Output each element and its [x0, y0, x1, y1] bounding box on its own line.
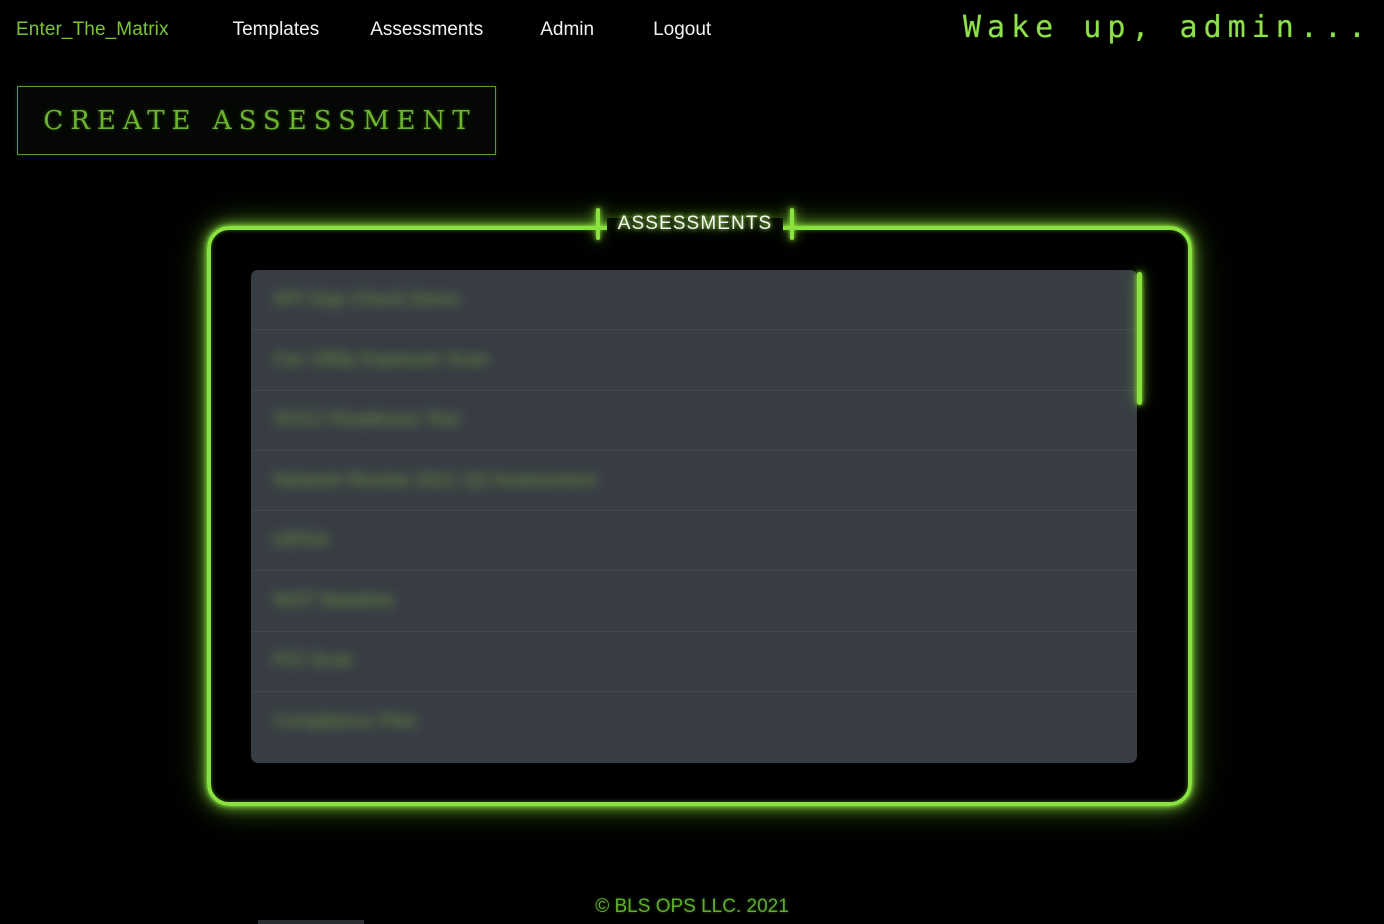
nav-brand-enter-the-matrix[interactable]: Enter_The_Matrix	[14, 15, 171, 45]
nav-item-logout[interactable]: Logout	[651, 15, 713, 45]
assessments-list[interactable]: API Gap Check Demo Car Utility Exposure S…	[251, 270, 1137, 763]
list-item-label: HIPAA	[273, 529, 329, 551]
scrollbar-thumb[interactable]	[1137, 272, 1142, 405]
list-item[interactable]: HIPAA	[251, 511, 1137, 572]
assessments-list-container: API Gap Check Demo Car Utility Exposure S…	[251, 270, 1147, 763]
list-item[interactable]: SOC2 Readiness Test	[251, 390, 1137, 451]
nav-item-templates[interactable]: Templates	[231, 15, 322, 45]
list-item-label: SOC2 Readiness Test	[273, 409, 460, 431]
bottom-chrome-sliver	[258, 920, 364, 924]
list-item-label: NIST Baseline	[273, 590, 395, 612]
footer-copyright: © BLS OPS LLC. 2021	[595, 896, 789, 917]
panel-title: ASSESSMENTS	[617, 213, 773, 234]
list-item[interactable]: Car Utility Exposure Scan	[251, 330, 1137, 391]
navbar-links: Enter_The_Matrix Templates Assessments A…	[14, 15, 713, 45]
list-item-label: Compliance Pilot	[273, 711, 416, 733]
list-item[interactable]: Network Review 2021 Q3 Assessment	[251, 450, 1137, 512]
list-item[interactable]: Compliance Pilot	[251, 692, 1137, 753]
list-item-label: Car Utility Exposure Scan	[273, 348, 490, 370]
panel-legend: ASSESSMENTS	[595, 204, 795, 244]
list-item[interactable]: NIST Baseline	[251, 571, 1137, 632]
legend-cap-right-icon	[790, 208, 795, 240]
list-item-label: API Gap Check Demo	[273, 288, 460, 310]
create-assessment-button[interactable]: CREATE ASSESSMENT	[17, 86, 496, 155]
user-greeting: Wake up, admin...	[962, 10, 1372, 45]
top-navbar: Enter_The_Matrix Templates Assessments A…	[0, 0, 1384, 60]
nav-item-assessments[interactable]: Assessments	[368, 15, 485, 45]
assessments-panel: ASSESSMENTS API Gap Check Demo Car Utilit…	[207, 208, 1192, 806]
list-item-label: PCI Scan	[273, 650, 354, 672]
list-item[interactable]: API Gap Check Demo	[251, 270, 1137, 331]
assessments-list-scrollbar[interactable]	[1135, 266, 1145, 456]
nav-item-admin[interactable]: Admin	[538, 15, 596, 45]
list-item-label: Network Review 2021 Q3 Assessment	[273, 469, 597, 491]
list-item[interactable]: PCI Scan	[251, 631, 1137, 693]
create-assessment-label: CREATE ASSESSMENT	[43, 105, 477, 136]
